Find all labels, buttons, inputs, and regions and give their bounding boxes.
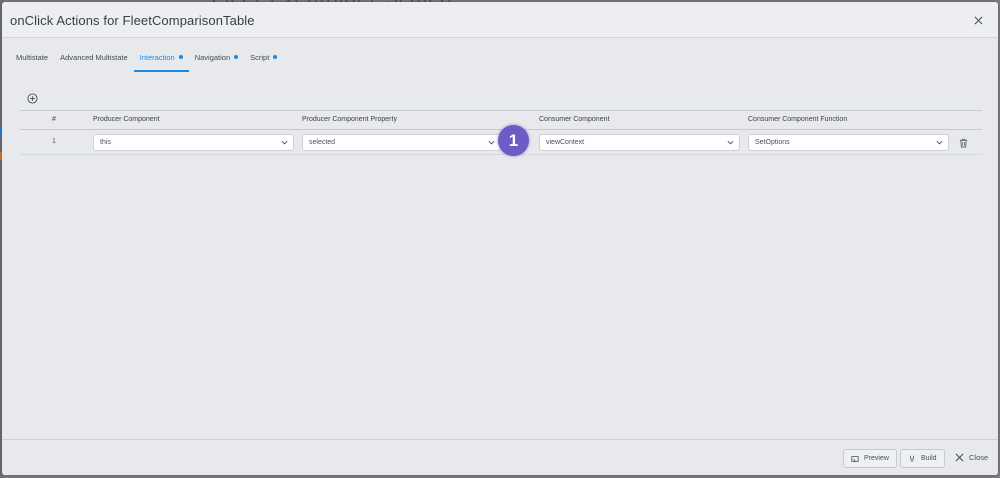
tab-script[interactable]: Script — [244, 46, 283, 72]
consumer-component-select[interactable]: viewContext — [539, 134, 740, 151]
select-value: this — [100, 139, 111, 146]
dialog-footer: Preview Build Close — [2, 439, 998, 475]
close-icon — [955, 453, 964, 462]
chevron-down-icon — [488, 140, 495, 145]
select-value: selected — [309, 139, 336, 146]
close-label: Close — [969, 453, 989, 462]
consumer-function-select[interactable]: SetOptions — [748, 134, 949, 151]
preview-button[interactable]: Preview — [843, 449, 897, 468]
preview-icon — [851, 455, 859, 462]
tab-label: Navigation — [194, 53, 231, 62]
select-value: SetOptions — [755, 139, 790, 146]
tab-label: Advanced Multistate — [60, 53, 128, 62]
tab-label: Interaction — [139, 53, 175, 62]
tab-status-dot — [273, 55, 278, 59]
tab-status-dot — [178, 55, 183, 59]
tab-navigation[interactable]: Navigation — [189, 46, 244, 72]
tab-advanced-multistate[interactable]: Advanced Multistate — [54, 46, 134, 72]
close-icon[interactable] — [970, 12, 986, 28]
column-header-producer-property: Producer Component Property — [302, 116, 397, 123]
select-value: viewContext — [546, 139, 585, 146]
tab-interaction[interactable]: Interaction — [133, 46, 189, 72]
tab-label: Multistate — [16, 53, 49, 62]
dialog-title: onClick Actions for FleetComparisonTable — [10, 13, 255, 28]
tab-multistate[interactable]: Multistate — [10, 46, 54, 72]
table-header: # Producer Component Producer Component … — [20, 110, 982, 130]
producer-property-select[interactable]: selected — [302, 134, 501, 151]
chevron-down-icon — [936, 140, 943, 145]
close-button[interactable]: Close — [955, 453, 988, 462]
build-button[interactable]: Build — [900, 449, 945, 468]
chevron-down-icon — [727, 140, 734, 145]
build-icon — [910, 455, 914, 462]
onclick-actions-dialog: onClick Actions for FleetComparisonTable… — [2, 2, 998, 475]
column-header-index: # — [52, 116, 56, 123]
add-row-icon[interactable] — [27, 91, 38, 104]
dialog-header: onClick Actions for FleetComparisonTable — [2, 2, 998, 38]
preview-label: Preview — [864, 455, 889, 462]
producer-component-select[interactable]: this — [93, 134, 294, 151]
chevron-down-icon — [281, 140, 288, 145]
row-index: 1 — [52, 138, 56, 145]
build-label: Build — [921, 455, 937, 462]
tab-status-dot — [234, 55, 239, 59]
trash-icon[interactable] — [959, 138, 968, 148]
tab-label: Script — [250, 53, 270, 62]
step-number-badge: 1 — [498, 125, 529, 156]
tab-bar: Multistate Advanced Multistate Interacti… — [10, 46, 283, 72]
column-header-consumer-component: Consumer Component — [539, 116, 610, 123]
column-header-producer-component: Producer Component — [93, 116, 160, 123]
column-header-consumer-function: Consumer Component Function — [748, 116, 848, 123]
